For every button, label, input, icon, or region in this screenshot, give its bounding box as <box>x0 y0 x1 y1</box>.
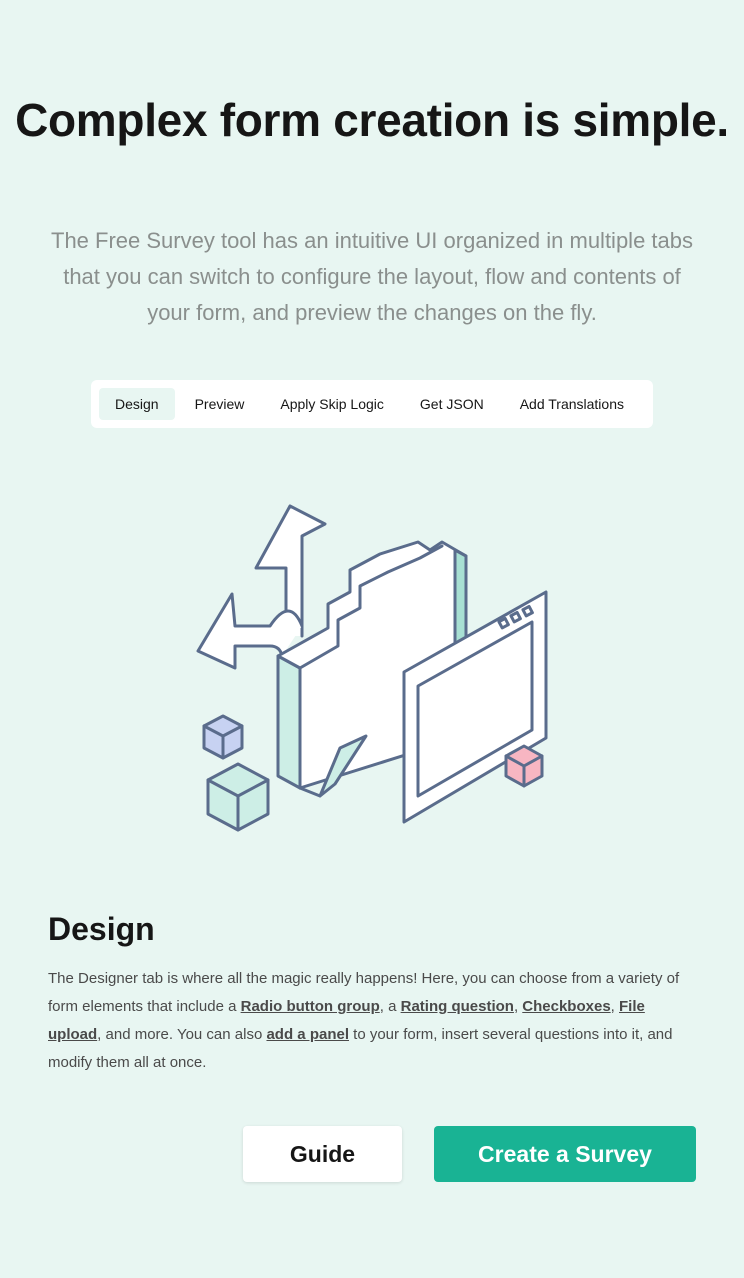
section-description: The Designer tab is where all the magic … <box>48 965 698 1077</box>
tab-apply-skip-logic[interactable]: Apply Skip Logic <box>264 388 400 420</box>
section-text: , and more. You can also <box>97 1026 267 1043</box>
link-checkboxes[interactable]: Checkboxes <box>522 998 610 1015</box>
link-add-a-panel[interactable]: add a panel <box>266 1026 349 1043</box>
tab-preview[interactable]: Preview <box>179 388 261 420</box>
link-radio-button-group[interactable]: Radio button group <box>241 998 380 1015</box>
create-survey-button[interactable]: Create a Survey <box>434 1126 696 1182</box>
tab-add-translations[interactable]: Add Translations <box>504 388 640 420</box>
section-title: Design <box>48 911 155 947</box>
tab-bar: Design Preview Apply Skip Logic Get JSON… <box>91 380 653 428</box>
tab-get-json[interactable]: Get JSON <box>404 388 500 420</box>
tab-design[interactable]: Design <box>99 388 175 420</box>
section-text: , a <box>379 998 401 1015</box>
page-subtitle: The Free Survey tool has an intuitive UI… <box>51 228 693 325</box>
link-rating-question[interactable]: Rating question <box>401 998 514 1015</box>
designer-illustration <box>196 504 548 832</box>
guide-button[interactable]: Guide <box>243 1126 402 1182</box>
page-title: Complex form creation is simple. <box>15 94 729 146</box>
section-text: , <box>610 998 619 1015</box>
